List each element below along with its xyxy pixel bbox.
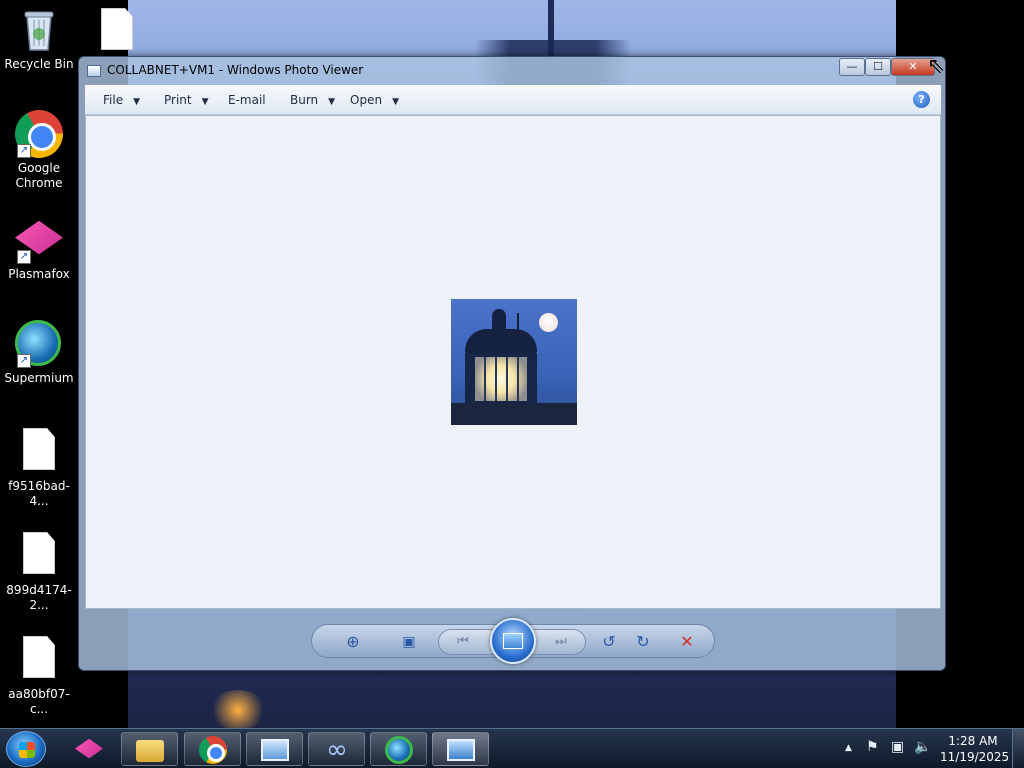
start-button[interactable]: [6, 731, 46, 767]
action-center-flag-icon[interactable]: ⚑: [866, 739, 879, 755]
taskbar-file-explorer[interactable]: [121, 732, 178, 766]
desktop-file-top[interactable]: [78, 8, 156, 50]
zoom-icon[interactable]: ⊕: [336, 631, 370, 653]
desktop-icon-label: Google Chrome: [15, 161, 63, 190]
taskbar-supermium[interactable]: [370, 732, 427, 766]
volume-icon[interactable]: 🔈: [914, 739, 931, 755]
desktop-icon-label: f9516bad-4...: [8, 479, 70, 508]
supermium-icon: ↗: [15, 320, 63, 368]
desktop-icon-plasmafox[interactable]: ↗ Plasmafox: [0, 216, 78, 282]
desktop-file-f9516bad[interactable]: f9516bad-4...: [0, 428, 78, 509]
desktop-icon-label: Recycle Bin: [4, 57, 74, 71]
folder-icon: [136, 740, 164, 762]
desktop-icon-label: Plasmafox: [8, 267, 70, 281]
dropdown-caret-icon: ▼: [392, 97, 399, 107]
file-icon: [15, 428, 63, 476]
desktop-icon-label: aa80bf07-c...: [8, 687, 70, 716]
menu-burn[interactable]: Burn ▼: [290, 93, 335, 107]
maximize-button[interactable]: ☐: [865, 58, 891, 76]
rotate-clockwise-icon[interactable]: ↻: [632, 631, 654, 653]
desktop-icon-google-chrome[interactable]: ↗ Google Chrome: [0, 110, 78, 191]
menu-bar: File ▼ Print ▼ E-mail Burn ▼ Open ▼ ?: [85, 85, 941, 115]
taskbar-plasmafox[interactable]: [60, 732, 117, 766]
menu-file[interactable]: File ▼: [103, 93, 140, 107]
desktop-file-aa80bf07[interactable]: aa80bf07-c...: [0, 636, 78, 717]
infinity-icon: ∞: [326, 735, 348, 765]
taskbar-clock[interactable]: 1:28 AM 11/19/2025: [940, 733, 1010, 765]
delete-icon[interactable]: ✕: [676, 631, 698, 653]
minimize-button[interactable]: —: [839, 58, 865, 76]
taskbar-control-panel[interactable]: [246, 732, 303, 766]
file-icon: [101, 8, 133, 50]
network-icon[interactable]: ▣: [891, 739, 904, 755]
taskbar-chrome[interactable]: [184, 732, 241, 766]
wallpaper-glow: [208, 690, 268, 728]
actual-size-icon[interactable]: ▣: [396, 631, 422, 653]
photo-viewer-icon: [447, 739, 475, 761]
image-viewport[interactable]: [85, 115, 941, 609]
shortcut-arrow-icon: ↗: [17, 354, 31, 368]
menu-print[interactable]: Print ▼: [164, 93, 209, 107]
slide-show-button[interactable]: [490, 618, 536, 664]
dropdown-caret-icon: ▼: [328, 97, 336, 107]
supermium-icon: [385, 736, 413, 764]
dropdown-caret-icon: ▼: [201, 97, 209, 107]
window-titlebar[interactable]: COLLABNET+VM1 - Windows Photo Viewer — ☐…: [79, 57, 945, 85]
window-title: COLLABNET+VM1 - Windows Photo Viewer: [107, 63, 364, 77]
clock-time: 1:28 AM: [948, 734, 998, 748]
taskbar: ∞ ▲ ⚑ ▣ 🔈 1:28 AM 11/19/2025: [0, 728, 1024, 768]
control-panel-icon: [261, 739, 289, 761]
photo-viewer-window: COLLABNET+VM1 - Windows Photo Viewer — ☐…: [78, 56, 946, 671]
taskbar-infinity-app[interactable]: ∞: [308, 732, 365, 766]
menu-open[interactable]: Open ▼: [350, 93, 399, 107]
taskbar-photo-viewer[interactable]: [432, 732, 489, 766]
next-icon[interactable]: ⏭: [549, 631, 573, 653]
recycle-bin-icon: [15, 6, 63, 54]
desktop-icon-label: 899d4174-2...: [6, 583, 72, 612]
desktop-icon-recycle-bin[interactable]: Recycle Bin: [0, 6, 78, 72]
rotate-counterclockwise-icon[interactable]: ↺: [598, 631, 620, 653]
lighthouse-photo: [451, 299, 577, 425]
desktop-icon-supermium[interactable]: ↗ Supermium: [0, 320, 78, 386]
file-icon: [15, 532, 63, 580]
dropdown-caret-icon: ▼: [133, 97, 141, 107]
desktop-file-899d4174[interactable]: 899d4174-2...: [0, 532, 78, 613]
help-icon[interactable]: ?: [913, 91, 930, 108]
clock-date: 11/19/2025: [940, 750, 1010, 764]
previous-icon[interactable]: ⏮: [451, 631, 475, 653]
show-desktop-button[interactable]: [1012, 729, 1024, 768]
slide-show-icon: [503, 633, 523, 649]
photo-viewer-icon: [87, 65, 101, 77]
windows-logo-icon: [19, 742, 35, 758]
shortcut-arrow-icon: ↗: [17, 250, 31, 264]
plasmafox-icon: ↗: [15, 216, 63, 264]
mouse-cursor-icon: ⇖: [927, 54, 946, 79]
file-icon: [15, 636, 63, 684]
chrome-icon: ↗: [15, 110, 63, 158]
desktop-icon-label: Supermium: [4, 371, 74, 385]
chrome-icon: [199, 736, 227, 764]
show-hidden-icons-button[interactable]: ▲: [845, 743, 852, 753]
viewer-toolbar: ⊕ ▣ ⏮ ⏭ ↺ ↻ ✕: [311, 618, 715, 664]
plasmafox-icon: [75, 738, 103, 759]
shortcut-arrow-icon: ↗: [17, 144, 31, 158]
menu-email[interactable]: E-mail: [228, 93, 266, 107]
